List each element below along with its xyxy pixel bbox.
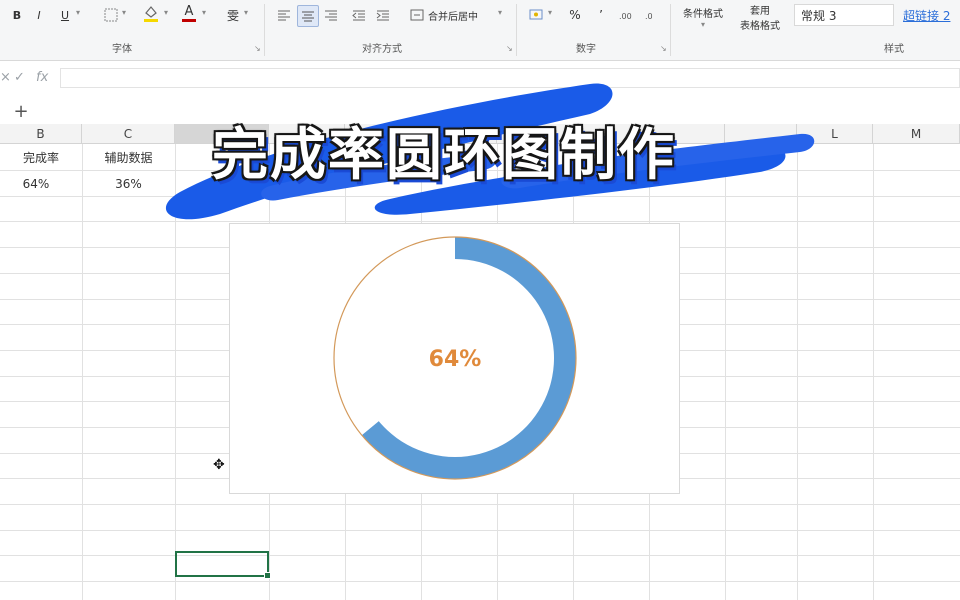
number-dialog-launcher-icon[interactable]: ↘ bbox=[660, 44, 667, 53]
row-gridline bbox=[0, 530, 960, 531]
underline-button[interactable]: U bbox=[56, 6, 74, 24]
comma-button[interactable]: ’ bbox=[592, 6, 610, 24]
phonetic-dropdown-icon[interactable]: ▾ bbox=[244, 8, 248, 17]
insert-function-button[interactable]: fx bbox=[36, 70, 48, 85]
merge-icon bbox=[410, 9, 424, 21]
font-color-glyph: A bbox=[184, 4, 194, 19]
conditional-format-label: 条件格式 bbox=[683, 9, 723, 20]
fill-color-button[interactable] bbox=[142, 4, 160, 22]
underline-dropdown-icon[interactable]: ▾ bbox=[76, 8, 80, 17]
bold-button[interactable]: B bbox=[8, 6, 26, 24]
conditional-format-dropdown-icon: ▾ bbox=[700, 20, 705, 29]
font-color-button[interactable]: A bbox=[180, 4, 198, 22]
merge-center-button[interactable]: 合并后居中 bbox=[410, 6, 494, 24]
add-sheet-button[interactable]: + bbox=[10, 100, 32, 122]
percent-button[interactable]: % bbox=[566, 6, 584, 24]
confirm-entry-icon[interactable]: ✓ bbox=[14, 70, 25, 85]
fill-dropdown-icon[interactable]: ▾ bbox=[164, 8, 168, 17]
conditional-format-button[interactable]: 条件格式 ▾ bbox=[678, 2, 728, 32]
align-right-icon bbox=[325, 10, 337, 21]
merge-dropdown-icon[interactable]: ▾ bbox=[498, 8, 502, 17]
align-right-button[interactable] bbox=[322, 6, 340, 24]
selected-cell[interactable] bbox=[175, 551, 271, 579]
table-format-button[interactable]: 套用 表格格式 bbox=[730, 2, 790, 32]
styles-group-label: 样式 bbox=[884, 44, 904, 55]
doughnut-chart-svg: 64% bbox=[333, 236, 577, 480]
border-dropdown-icon[interactable]: ▾ bbox=[122, 8, 126, 17]
style-normal-3[interactable]: 常规 3 bbox=[794, 4, 894, 26]
number-group-label: 数字 bbox=[576, 44, 596, 55]
doughnut-slice-2[interactable] bbox=[334, 237, 455, 436]
decrease-indent-button[interactable] bbox=[350, 6, 368, 24]
accounting-icon bbox=[529, 9, 543, 20]
paint-bucket-icon bbox=[144, 6, 158, 22]
decrease-decimal-icon: .0 bbox=[645, 12, 653, 21]
column-header-b[interactable]: B bbox=[0, 124, 82, 144]
accounting-format-button[interactable] bbox=[528, 6, 546, 24]
increase-indent-icon bbox=[376, 10, 389, 21]
row-gridline bbox=[0, 504, 960, 505]
column-header-m[interactable]: M bbox=[873, 124, 960, 144]
group-divider bbox=[264, 4, 265, 56]
cell-cursor-icon: ✥ bbox=[213, 457, 225, 473]
table-format-label-2: 表格格式 bbox=[740, 21, 780, 32]
increase-decimal-button[interactable]: .00 bbox=[618, 6, 636, 24]
svg-text:.0: .0 bbox=[645, 12, 653, 21]
group-divider bbox=[516, 4, 517, 56]
row-gridline bbox=[0, 555, 960, 556]
accounting-dropdown-icon[interactable]: ▾ bbox=[548, 8, 552, 17]
align-center-icon bbox=[302, 11, 314, 22]
style-hyperlink-2[interactable]: 超链接 2 bbox=[903, 7, 950, 24]
border-icon bbox=[104, 8, 118, 22]
align-center-button[interactable] bbox=[297, 5, 319, 27]
row-gridline bbox=[0, 581, 960, 582]
ribbon: B I U ▾ ▾ ▾ A ▾ 雯 ▾ 字体 ↘ 合并后居中 ▾ 对齐方式 ↘ bbox=[0, 0, 960, 61]
group-divider bbox=[670, 4, 671, 56]
italic-button[interactable]: I bbox=[30, 6, 48, 24]
font-group-label: 字体 bbox=[112, 44, 132, 55]
decrease-decimal-button[interactable]: .0 bbox=[644, 6, 662, 24]
align-dialog-launcher-icon[interactable]: ↘ bbox=[506, 44, 513, 53]
svg-text:.00: .00 bbox=[619, 12, 632, 21]
cell-b3[interactable]: 64% bbox=[0, 171, 72, 196]
phonetic-button[interactable]: 雯 bbox=[224, 6, 242, 24]
doughnut-center-label: 64% bbox=[429, 347, 482, 372]
font-color-swatch bbox=[182, 19, 196, 22]
align-group-label: 对齐方式 bbox=[362, 44, 402, 55]
table-format-label-1: 套用 bbox=[750, 6, 770, 17]
title-banner: 完成率圆环图制作 bbox=[150, 64, 830, 224]
font-color-dropdown-icon[interactable]: ▾ bbox=[202, 8, 206, 17]
border-button[interactable] bbox=[102, 6, 120, 24]
cancel-entry-icon[interactable]: × bbox=[0, 70, 11, 85]
align-left-button[interactable] bbox=[275, 6, 293, 24]
banner-title: 完成率圆环图制作 bbox=[212, 123, 676, 188]
increase-indent-button[interactable] bbox=[374, 6, 392, 24]
column-gridline bbox=[873, 144, 874, 600]
cell-b2[interactable]: 完成率 bbox=[0, 145, 82, 170]
font-dialog-launcher-icon[interactable]: ↘ bbox=[254, 44, 261, 53]
fill-handle[interactable] bbox=[264, 572, 271, 579]
decrease-indent-icon bbox=[352, 10, 365, 21]
column-gridline bbox=[82, 144, 83, 600]
merge-label: 合并后居中 bbox=[428, 11, 478, 23]
doughnut-chart[interactable]: 64% bbox=[229, 223, 680, 494]
align-left-icon bbox=[278, 10, 290, 21]
increase-decimal-icon: .00 bbox=[619, 12, 632, 21]
